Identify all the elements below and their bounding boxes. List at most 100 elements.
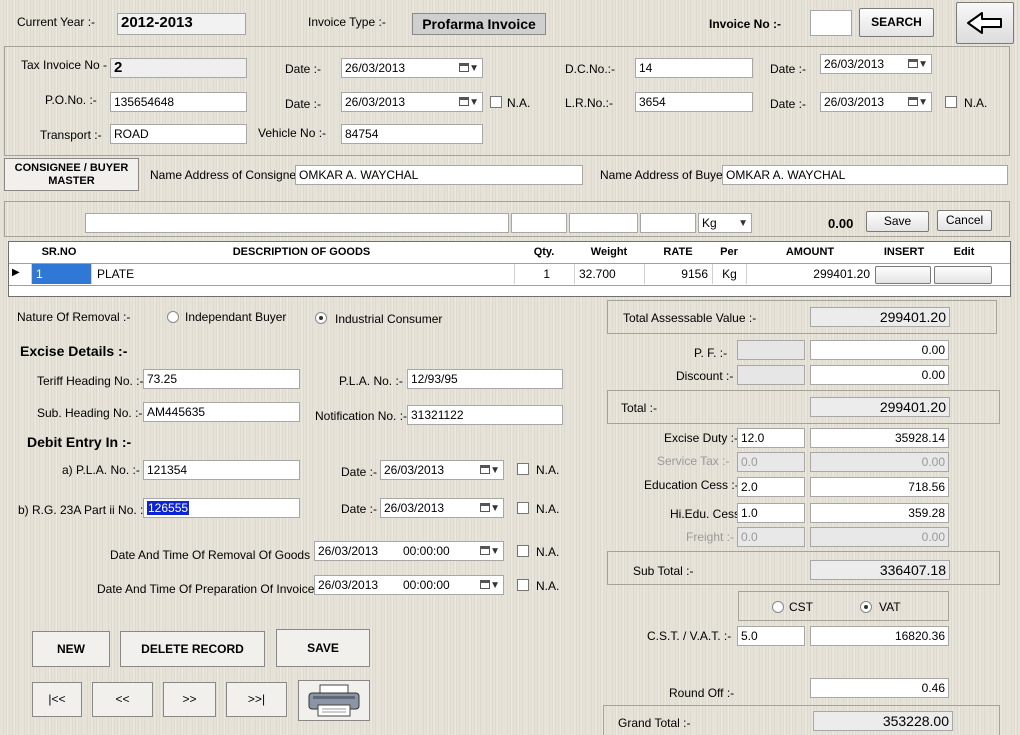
excise-percent-input[interactable]: 12.0 [737, 428, 805, 448]
tax-type-group [738, 591, 949, 621]
row-insert-button[interactable] [875, 266, 931, 284]
freight-percent-input: 0.0 [737, 527, 805, 547]
row-edit-button[interactable] [934, 266, 992, 284]
po-date-picker[interactable]: 26/03/2013 ▼ [341, 92, 483, 112]
consignee-master-button[interactable]: CONSIGNEE / BUYER MASTER [4, 158, 139, 191]
vehicle-input[interactable]: 84754 [341, 124, 483, 144]
table-row[interactable]: ▶ 1 PLATE 1 32.700 9156 Kg 299401.20 [9, 263, 1010, 286]
pf-percent-input[interactable] [737, 340, 805, 360]
radio-cst-label: CST [789, 600, 813, 614]
round-off-amount[interactable]: 0.46 [810, 678, 949, 698]
po-input[interactable]: 135654648 [110, 92, 247, 112]
lr-input[interactable]: 3654 [635, 92, 753, 112]
current-year-label: Current Year :- [17, 15, 96, 29]
entry-cancel-button[interactable]: Cancel [937, 210, 992, 231]
last-record-button[interactable]: >>| [226, 682, 287, 717]
description-entry-input[interactable] [85, 213, 509, 233]
pla-input[interactable]: 12/93/95 [407, 369, 563, 389]
next-record-button[interactable]: >> [163, 682, 216, 717]
buyer-input[interactable]: OMKAR A. WAYCHAL [722, 165, 1008, 185]
debit-title: Debit Entry In :- [27, 434, 132, 450]
rg-date-value: 26/03/2013 [384, 501, 445, 515]
cell-per[interactable]: Kg [712, 264, 746, 284]
calendar-icon [908, 59, 918, 68]
prep-time-value: 00:00:00 [403, 578, 450, 592]
education-cess-label: Education Cess :- [644, 478, 739, 492]
lr-label: L.R.No.:- [565, 96, 614, 110]
new-button[interactable]: NEW [32, 631, 110, 667]
removal-na-label: N.A. [536, 545, 560, 559]
discount-label: Discount :- [676, 369, 734, 383]
entry-save-button[interactable]: Save [866, 211, 929, 232]
lr-na-checkbox[interactable] [945, 96, 957, 108]
debit-pla-date-value: 26/03/2013 [384, 463, 445, 477]
notification-input[interactable]: 31321122 [407, 405, 563, 425]
freight-amount: 0.00 [810, 527, 949, 547]
grand-total-field: 353228.00 [813, 711, 953, 731]
tariff-input[interactable]: 73.25 [143, 369, 300, 389]
prep-na-checkbox[interactable] [517, 579, 529, 591]
printer-icon [308, 684, 360, 717]
dc-input[interactable]: 14 [635, 58, 753, 78]
hi-edu-cess-percent-input[interactable]: 1.0 [737, 503, 805, 523]
tax-invoice-label: Tax Invoice No - [21, 58, 108, 72]
po-na-label: N.A. [507, 96, 531, 110]
tariff-label: Teriff Heading No. :- [37, 374, 144, 388]
unit-select[interactable]: Kg ▼ [698, 213, 752, 233]
debit-pla-input[interactable]: 121354 [143, 460, 300, 480]
cell-amount[interactable]: 299401.20 [746, 264, 874, 284]
print-button[interactable] [298, 680, 370, 721]
excise-amount: 35928.14 [810, 428, 949, 448]
rate-entry-input[interactable] [640, 213, 696, 233]
prep-datetime-picker[interactable]: 26/03/2013 00:00:00 ▼ [314, 575, 504, 595]
chevron-down-icon: ▼ [490, 465, 500, 476]
discount-percent-input[interactable] [737, 365, 805, 385]
back-button[interactable] [956, 2, 1014, 44]
debit-pla-na-checkbox[interactable] [517, 463, 529, 475]
radio-industrial-consumer[interactable] [315, 312, 327, 324]
cst-vat-percent-input[interactable]: 5.0 [737, 626, 805, 646]
debit-pla-date-picker[interactable]: 26/03/2013 ▼ [380, 460, 504, 480]
current-year-field[interactable]: 2012-2013 [117, 13, 246, 35]
save-button[interactable]: SAVE [276, 629, 370, 667]
first-record-button[interactable]: |<< [32, 682, 82, 717]
prep-date-value: 26/03/2013 [318, 578, 379, 592]
freight-label: Freight :- [686, 530, 735, 544]
cell-qty[interactable]: 1 [514, 264, 574, 284]
rg-date-picker[interactable]: 26/03/2013 ▼ [380, 498, 504, 518]
radio-cst[interactable] [772, 601, 784, 613]
cell-rate[interactable]: 9156 [644, 264, 712, 284]
previous-record-button[interactable]: << [92, 682, 153, 717]
discount-amount[interactable]: 0.00 [810, 365, 949, 385]
sub-heading-input[interactable]: AM445635 [143, 402, 300, 422]
delete-record-button[interactable]: DELETE RECORD [120, 631, 265, 667]
removal-na-checkbox[interactable] [517, 545, 529, 557]
transport-input[interactable]: ROAD [110, 124, 247, 144]
cell-weight[interactable]: 32.700 [574, 264, 644, 284]
total-label: Total :- [621, 401, 658, 415]
radio-vat[interactable] [860, 601, 872, 613]
removal-datetime-picker[interactable]: 26/03/2013 00:00:00 ▼ [314, 541, 504, 561]
rg-na-checkbox[interactable] [517, 502, 529, 514]
invoice-no-label: Invoice No :- [709, 17, 782, 31]
weight-entry-input[interactable] [569, 213, 638, 233]
cell-description[interactable]: PLATE [91, 264, 514, 284]
po-na-checkbox[interactable] [490, 96, 502, 108]
qty-entry-input[interactable] [511, 213, 567, 233]
cell-sr[interactable]: 1 [31, 264, 91, 284]
rg-input[interactable]: 126555 [143, 498, 300, 518]
lr-date-picker[interactable]: 26/03/2013 ▼ [820, 92, 932, 112]
calendar-icon [908, 97, 918, 106]
calendar-icon [480, 503, 490, 512]
consignee-input[interactable]: OMKAR A. WAYCHAL [295, 165, 583, 185]
invoice-type-label: Invoice Type :- [308, 15, 386, 29]
debit-pla-label: a) P.L.A. No. :- [62, 463, 140, 477]
search-button[interactable]: SEARCH [859, 8, 934, 37]
tax-date-picker[interactable]: 26/03/2013 ▼ [341, 58, 483, 78]
invoice-no-input[interactable] [810, 10, 852, 36]
dc-date-picker[interactable]: 26/03/2013 ▼ [820, 54, 932, 74]
pf-amount[interactable]: 0.00 [810, 340, 949, 360]
radio-independent-buyer[interactable] [167, 311, 179, 323]
education-cess-percent-input[interactable]: 2.0 [737, 477, 805, 497]
tax-invoice-field[interactable]: 2 [110, 58, 247, 78]
